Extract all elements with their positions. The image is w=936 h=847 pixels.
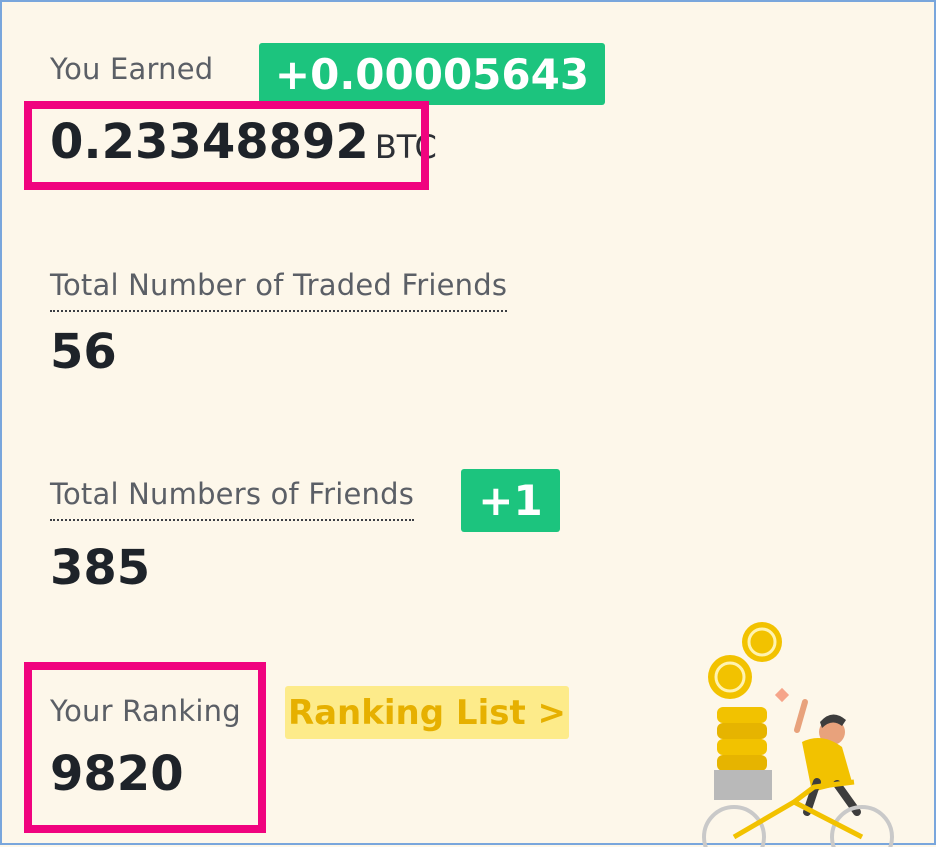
earned-highlight-box [24,101,429,190]
traded-friends-value: 56 [50,324,117,380]
friends-value: 385 [50,540,151,596]
cyclist-with-coins-illustration [702,622,894,847]
coin-icon [708,655,752,699]
friends-change-badge: +1 [461,469,560,532]
ranking-list-button[interactable]: Ranking List > [285,686,569,739]
coin-icon [742,622,782,662]
earned-label: You Earned [50,52,214,86]
coin-stack-icon [717,707,767,771]
referral-stats-panel: You Earned +0.00005643 0.23348892 BTC Tot… [0,0,936,847]
ranking-highlight-box [24,662,266,833]
traded-friends-label[interactable]: Total Number of Traded Friends [50,268,508,312]
earned-change-badge: +0.00005643 [259,43,605,105]
friends-label[interactable]: Total Numbers of Friends [50,477,415,521]
